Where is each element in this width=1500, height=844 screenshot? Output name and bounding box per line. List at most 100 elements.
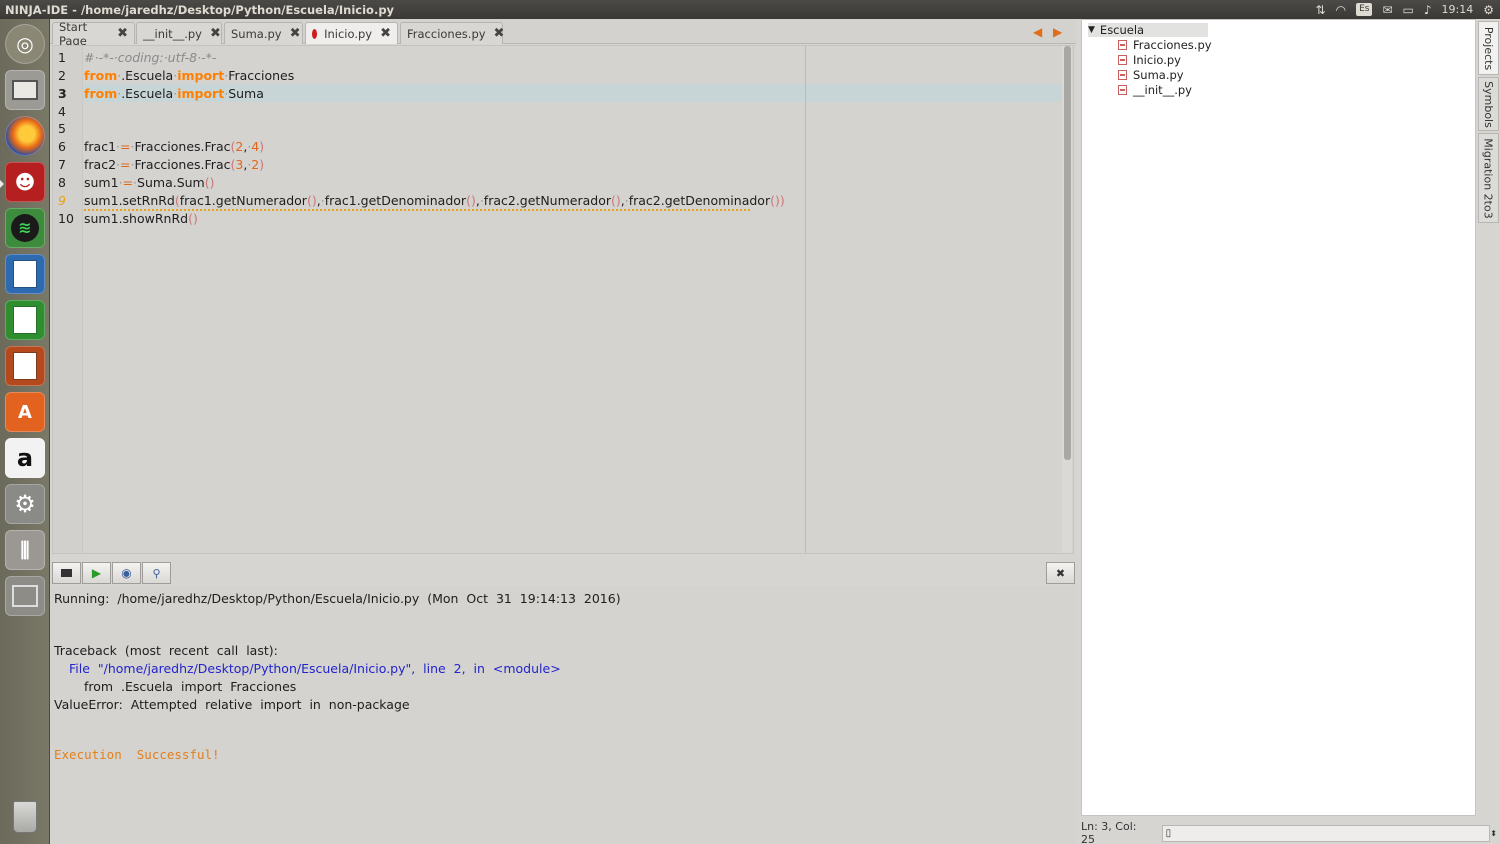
clock[interactable]: 19:14 bbox=[1442, 3, 1474, 16]
amazon-icon[interactable]: a bbox=[5, 438, 45, 478]
writer-icon[interactable] bbox=[5, 254, 45, 294]
line-number-gutter: 1 2 3 4 5 6 7 8 9 10 bbox=[53, 46, 83, 553]
software-center-icon[interactable]: A bbox=[5, 392, 45, 432]
run-button[interactable]: ▶ bbox=[82, 562, 111, 584]
firefox-icon[interactable] bbox=[5, 116, 45, 156]
line-number: 8 bbox=[58, 175, 66, 190]
tab-projects[interactable]: Projects bbox=[1478, 21, 1499, 75]
code-line[interactable]: from·.Escuela·import·Fracciones bbox=[84, 68, 294, 83]
tab-fracciones-py[interactable]: Fracciones.py ✖ bbox=[400, 22, 505, 44]
code-line[interactable]: #·-*-·coding:·utf-8·-*- bbox=[84, 50, 216, 65]
ninja-ide-window: Start Page ✖ __init__.py ✖ Suma.py ✖ Inicio… bbox=[50, 19, 1500, 844]
execution-result: Execution Successful! bbox=[54, 747, 220, 762]
mail-icon[interactable]: ✉ bbox=[1382, 3, 1392, 17]
close-icon[interactable]: ✖ bbox=[290, 26, 301, 41]
scrollbar-thumb[interactable] bbox=[1064, 46, 1071, 460]
close-icon[interactable]: ✖ bbox=[210, 26, 221, 41]
impress-icon[interactable] bbox=[5, 346, 45, 386]
tab-suma-py[interactable]: Suma.py ✖ bbox=[224, 22, 303, 44]
volume-icon[interactable]: ♪ bbox=[1424, 3, 1432, 17]
line-number: 10 bbox=[58, 211, 74, 226]
tab-label: Symbols bbox=[1482, 80, 1495, 128]
file-label: Fracciones.py bbox=[1133, 38, 1212, 52]
launcher: ◎ ☻ ≋ A a ⚙ ⫼ bbox=[0, 19, 50, 844]
traceback-source-line: from .Escuela import Fracciones bbox=[84, 679, 297, 694]
code-editor[interactable]: 1 2 3 4 5 6 7 8 9 10 #·-*-·coding:·utf-8… bbox=[52, 45, 1074, 554]
line-number: 6 bbox=[58, 139, 66, 154]
spotify-icon[interactable]: ≋ bbox=[5, 208, 45, 248]
tab-symbols[interactable]: Symbols bbox=[1478, 77, 1499, 131]
battery-icon[interactable]: ▭ bbox=[1403, 3, 1414, 17]
tab-label: Fracciones.py bbox=[407, 26, 486, 41]
python-file-icon bbox=[1118, 85, 1127, 95]
output-console[interactable]: Running: /home/jaredhz/Desktop/Python/Es… bbox=[51, 586, 1076, 844]
output-traceback-line: Traceback (most recent call last): bbox=[54, 643, 278, 658]
tree-file-suma[interactable]: Suma.py bbox=[1118, 68, 1184, 82]
open-browser-button[interactable]: ◉ bbox=[112, 562, 141, 584]
tree-folder-escuela[interactable]: ▼ Escuela bbox=[1088, 23, 1208, 37]
trash-icon[interactable] bbox=[5, 797, 45, 837]
tree-file-init[interactable]: __init__.py bbox=[1118, 83, 1192, 97]
tree-file-inicio[interactable]: Inicio.py bbox=[1118, 53, 1181, 67]
ninja-ide-icon[interactable]: ☻ bbox=[5, 162, 45, 202]
output-toolbar: ▶ ◉ ⚲ ✖ bbox=[51, 559, 1076, 586]
code-line[interactable]: sum1.setRnRd(frac1.getNumerador(),·frac1… bbox=[84, 193, 785, 208]
code-line[interactable]: frac2·=·Fracciones.Frac(3,·2) bbox=[84, 157, 264, 172]
document-icon: ▯ bbox=[1165, 827, 1172, 839]
files-icon[interactable] bbox=[5, 70, 45, 110]
status-bar: Ln: 3, Col: 25 ▯ ⬍ bbox=[1081, 820, 1500, 844]
file-label: Suma.py bbox=[1133, 68, 1184, 82]
output-running-line: Running: /home/jaredhz/Desktop/Python/Es… bbox=[54, 591, 621, 606]
navigate-forward-icon[interactable]: ▶ bbox=[1053, 25, 1062, 39]
running-indicator bbox=[0, 180, 4, 188]
tab-label: Suma.py bbox=[231, 26, 282, 41]
folder-label: Escuela bbox=[1099, 23, 1145, 37]
traceback-file-link[interactable]: File "/home/jaredhz/Desktop/Python/Escue… bbox=[69, 661, 561, 676]
python-file-icon bbox=[1118, 40, 1127, 50]
editor-scrollbar[interactable] bbox=[1062, 46, 1072, 553]
navigate-back-icon[interactable]: ◀ bbox=[1033, 25, 1042, 39]
close-icon[interactable]: ✖ bbox=[380, 26, 391, 41]
python-file-icon bbox=[1118, 70, 1127, 80]
keyboard-layout-indicator[interactable]: Es bbox=[1356, 3, 1373, 16]
tab-label: Migration 2to3 bbox=[1482, 137, 1495, 219]
search-button[interactable]: ⚲ bbox=[142, 562, 171, 584]
transfer-icon[interactable]: ⇅ bbox=[1316, 3, 1326, 17]
line-number: 7 bbox=[58, 157, 66, 172]
line-number: 2 bbox=[58, 68, 66, 83]
system-tray: ⇅ ◠ Es ✉ ▭ ♪ 19:14 ⚙ bbox=[1316, 3, 1500, 17]
top-panel: NINJA-IDE - /home/jaredhz/Desktop/Python… bbox=[0, 0, 1500, 19]
code-line[interactable]: frac1·=·Fracciones.Frac(2,·4) bbox=[84, 139, 264, 154]
close-icon[interactable]: ✖ bbox=[117, 26, 128, 41]
editor-tabbar: Start Page ✖ __init__.py ✖ Suma.py ✖ Inicio… bbox=[50, 19, 1076, 48]
expand-arrow-icon[interactable]: ▼ bbox=[1088, 25, 1095, 35]
calc-icon[interactable] bbox=[5, 300, 45, 340]
tab-label: __init__.py bbox=[143, 26, 202, 41]
code-line[interactable]: sum1.showRnRd() bbox=[84, 211, 198, 226]
file-label: __init__.py bbox=[1133, 83, 1192, 97]
tab-start-page[interactable]: Start Page ✖ bbox=[52, 20, 135, 48]
code-line[interactable]: sum1·=·Suma.Sum() bbox=[84, 175, 215, 190]
workspace-switcher-icon[interactable] bbox=[5, 576, 45, 616]
tab-init-py[interactable]: __init__.py ✖ bbox=[136, 22, 222, 44]
tab-label: Projects bbox=[1482, 26, 1495, 70]
tab-label: Start Page bbox=[59, 19, 88, 48]
sound-mixer-icon[interactable]: ⫼ bbox=[5, 530, 45, 570]
project-explorer: ▼ Escuela Fracciones.py Inicio.py Suma.py… bbox=[1081, 19, 1476, 816]
close-output-button[interactable]: ✖ bbox=[1046, 562, 1075, 584]
stop-button[interactable] bbox=[52, 562, 81, 584]
code-line[interactable]: from·.Escuela·import·Suma bbox=[84, 86, 264, 101]
close-icon[interactable]: ✖ bbox=[494, 26, 505, 41]
python-file-icon bbox=[1118, 55, 1127, 65]
tab-inicio-py[interactable]: Inicio.py ✖ bbox=[305, 22, 398, 44]
output-error-line: ValueError: Attempted relative import in… bbox=[54, 697, 410, 712]
error-icon bbox=[312, 28, 318, 39]
tree-file-fracciones[interactable]: Fracciones.py bbox=[1118, 38, 1212, 52]
spinner-arrows-icon[interactable]: ⬍ bbox=[1490, 829, 1497, 838]
dash-home-icon[interactable]: ◎ bbox=[5, 24, 45, 64]
wifi-icon[interactable]: ◠ bbox=[1336, 3, 1346, 17]
tab-migration[interactable]: Migration 2to3 bbox=[1478, 133, 1499, 223]
power-gear-icon[interactable]: ⚙ bbox=[1483, 3, 1494, 17]
status-search-field[interactable]: ▯ bbox=[1161, 824, 1491, 842]
system-settings-icon[interactable]: ⚙ bbox=[5, 484, 45, 524]
